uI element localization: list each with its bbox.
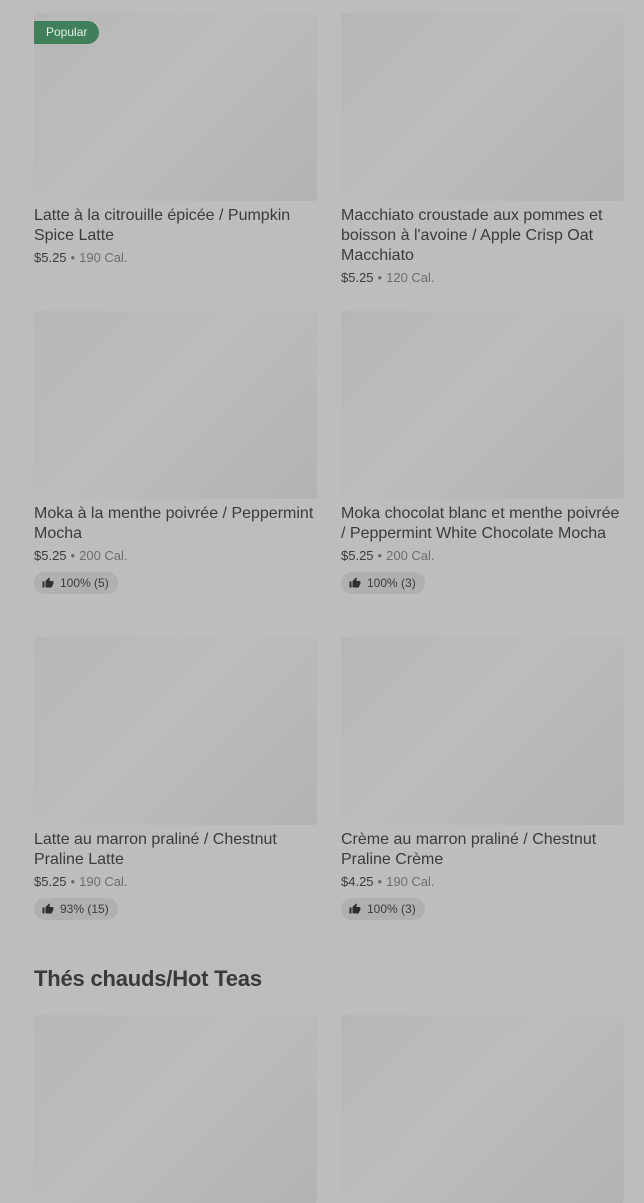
menu-item-card[interactable] <box>34 1015 317 1203</box>
rating-pill: 100% (3) <box>341 898 425 920</box>
item-price: $5.25 <box>341 548 374 563</box>
menu-grid-row-4 <box>34 1015 624 1203</box>
item-meta: $5.25 • 120 Cal. <box>341 269 624 287</box>
item-title[interactable]: Latte à la citrouille épicée / Pumpkin S… <box>34 206 317 246</box>
menu-item-card[interactable]: Moka à la menthe poivrée / Peppermint Mo… <box>34 311 317 594</box>
menu-item-card[interactable]: Popular Latte à la citrouille épicée / P… <box>34 13 317 287</box>
section-title: Thés chauds/Hot Teas <box>34 966 262 991</box>
item-title[interactable]: Crème au marron praliné / Chestnut Prali… <box>341 830 624 870</box>
rating-text: 93% (15) <box>60 902 109 916</box>
thumbs-up-icon <box>349 903 361 914</box>
menu-item-card[interactable]: Moka chocolat blanc et menthe poivrée / … <box>341 311 624 594</box>
separator-dot: • <box>377 874 383 889</box>
item-price: $5.25 <box>34 874 67 889</box>
item-price: $4.25 <box>341 874 374 889</box>
separator-dot: • <box>377 270 383 285</box>
item-image[interactable] <box>341 1015 624 1203</box>
item-image[interactable] <box>341 311 624 499</box>
item-meta: $5.25 • 200 Cal. <box>34 547 317 565</box>
separator-dot: • <box>70 548 76 563</box>
item-image[interactable] <box>341 13 624 201</box>
thumbs-up-icon <box>42 577 54 588</box>
menu-item-card[interactable]: Crème au marron praliné / Chestnut Prali… <box>341 637 624 920</box>
menu-grid-row-2: Moka à la menthe poivrée / Peppermint Mo… <box>34 311 624 594</box>
item-meta: $5.25 • 200 Cal. <box>341 547 624 565</box>
menu-item-card[interactable] <box>341 1015 624 1203</box>
rating-text: 100% (3) <box>367 576 416 590</box>
rating-text: 100% (5) <box>60 576 109 590</box>
rating-pill: 93% (15) <box>34 898 118 920</box>
item-calories: 200 Cal. <box>79 548 128 563</box>
item-title[interactable]: Moka à la menthe poivrée / Peppermint Mo… <box>34 504 317 544</box>
rating-text: 100% (3) <box>367 902 416 916</box>
item-price: $5.25 <box>34 548 67 563</box>
item-calories: 190 Cal. <box>79 250 128 265</box>
item-price: $5.25 <box>341 270 374 285</box>
item-calories: 200 Cal. <box>386 548 435 563</box>
menu-item-card[interactable]: Latte au marron praliné / Chestnut Prali… <box>34 637 317 920</box>
item-calories: 190 Cal. <box>79 874 128 889</box>
popular-badge: Popular <box>34 21 100 44</box>
separator-dot: • <box>70 874 76 889</box>
menu-grid-row-1: Popular Latte à la citrouille épicée / P… <box>34 13 624 287</box>
separator-dot: • <box>377 548 383 563</box>
item-title[interactable]: Macchiato croustade aux pommes et boisso… <box>341 206 624 266</box>
item-calories: 120 Cal. <box>386 270 435 285</box>
thumbs-up-icon <box>349 577 361 588</box>
menu-grid-row-3: Latte au marron praliné / Chestnut Prali… <box>34 637 624 920</box>
item-image[interactable] <box>34 1015 317 1203</box>
rating-pill: 100% (3) <box>341 572 425 594</box>
separator-dot: • <box>70 250 76 265</box>
item-meta: $5.25 • 190 Cal. <box>34 249 317 267</box>
menu-item-card[interactable]: Macchiato croustade aux pommes et boisso… <box>341 13 624 287</box>
rating-pill: 100% (5) <box>34 572 118 594</box>
item-title[interactable]: Moka chocolat blanc et menthe poivrée / … <box>341 504 624 544</box>
item-image[interactable] <box>34 311 317 499</box>
item-image[interactable] <box>34 637 317 825</box>
item-price: $5.25 <box>34 250 67 265</box>
item-image[interactable] <box>341 637 624 825</box>
item-calories: 190 Cal. <box>386 874 435 889</box>
item-title[interactable]: Latte au marron praliné / Chestnut Prali… <box>34 830 317 870</box>
item-meta: $4.25 • 190 Cal. <box>341 873 624 891</box>
item-meta: $5.25 • 190 Cal. <box>34 873 317 891</box>
thumbs-up-icon <box>42 903 54 914</box>
